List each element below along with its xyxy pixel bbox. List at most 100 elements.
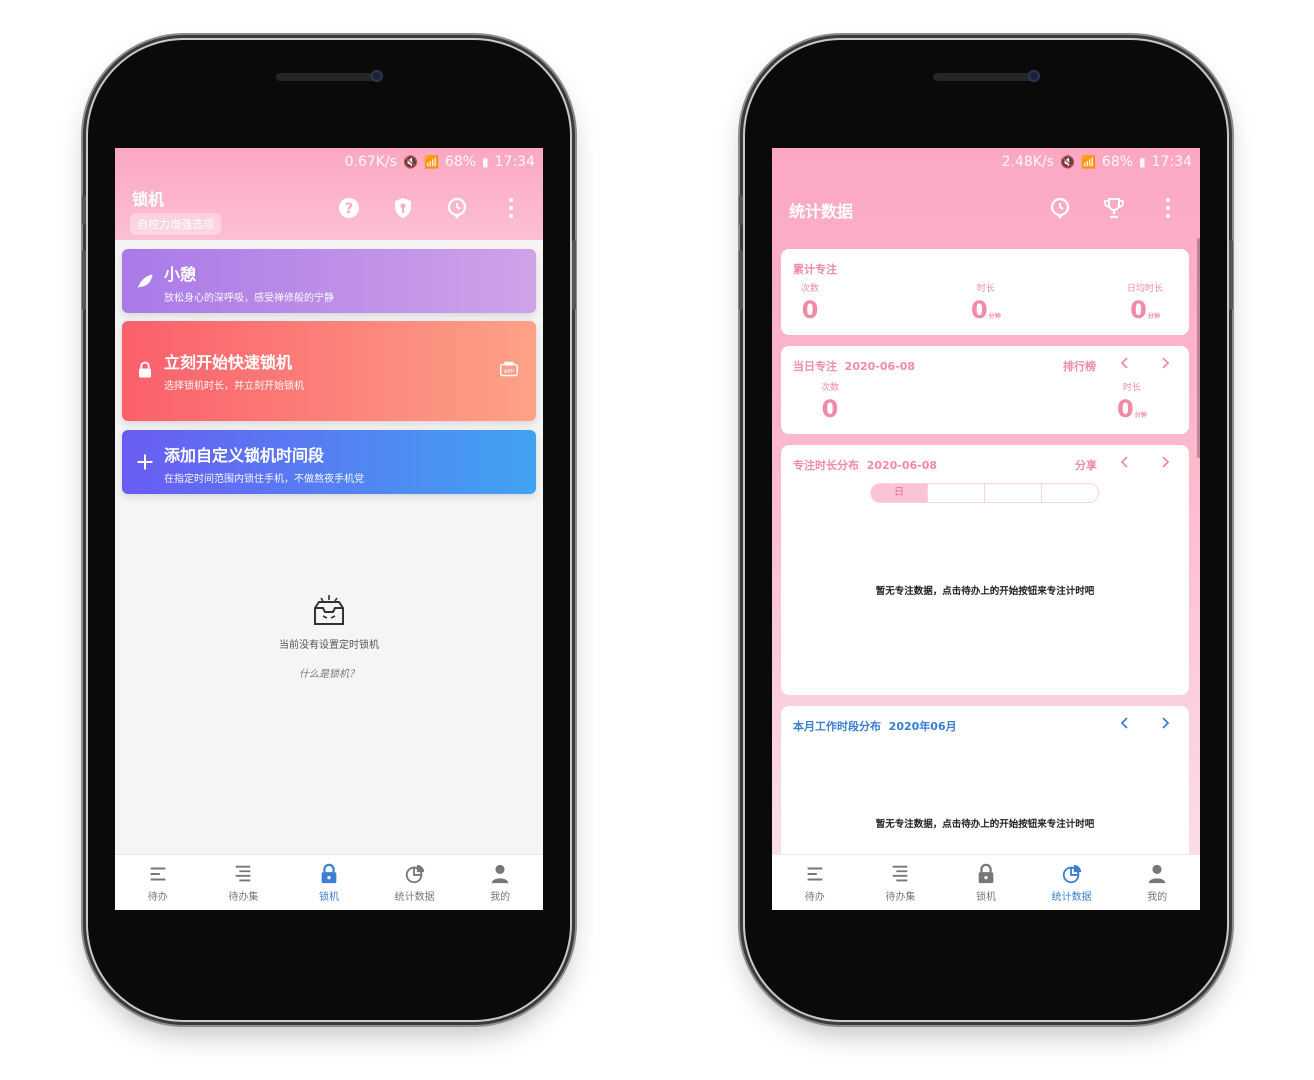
stat-label: 时长	[1122, 383, 1141, 393]
card-date: 2020-06-08	[844, 360, 916, 373]
period-segmented-control: 日 周 月 自定义	[870, 483, 1099, 503]
stat-value: 0分钟	[971, 296, 1001, 324]
clock-time: 17:34	[1151, 154, 1192, 170]
tab-week[interactable]: 周	[928, 484, 985, 502]
break-card[interactable]: 小憩 放松身心的深呼吸，感受禅修般的宁静	[122, 249, 536, 313]
nav-item-profile[interactable]: 我的	[457, 855, 543, 910]
battery-icon: ▮	[1139, 155, 1146, 169]
card-subtitle: 选择锁机时长，并立刻开始锁机	[164, 381, 304, 392]
status-bar: 2.48K/s 🔇 📶 68% ▮ 17:34	[772, 148, 1200, 176]
stat-number: 0	[1117, 395, 1134, 423]
stat-unit: 分钟	[1147, 313, 1160, 320]
chevron-right-icon[interactable]	[1157, 715, 1173, 731]
chevron-left-icon[interactable]	[1117, 454, 1133, 470]
card-date: 2020年06月	[888, 720, 957, 733]
status-bar: 0.67K/s 🔇 📶 68% ▮ 17:34	[115, 148, 543, 176]
nav-label: 待办集	[228, 891, 259, 903]
bottom-nav: 待办 待办集 锁机 统计数据 我的	[115, 854, 543, 910]
nav-item-profile[interactable]: 我的	[1114, 855, 1200, 910]
screen-lock: 0.67K/s 🔇 📶 68% ▮ 17:34 锁机 自控力增强选项 ? 小憩 …	[115, 148, 543, 910]
battery-icon: ▮	[482, 155, 489, 169]
card-title: 添加自定义锁机时间段	[164, 446, 325, 465]
stat-duration: 时长 0分钟	[1117, 380, 1147, 423]
scrollbar[interactable]	[1197, 238, 1200, 458]
card-title: 小憩	[164, 265, 197, 284]
todo-icon	[150, 866, 166, 881]
stat-label: 时长	[976, 284, 995, 294]
wifi-icon: 📶	[1080, 155, 1096, 169]
trophy-icon[interactable]	[1100, 194, 1128, 222]
focus-distribution-card: 专注时长分布 2020-06-08 分享 日 周 月 自定义 暂无专注数据，点击…	[781, 445, 1189, 695]
card-date: 2020-06-08	[866, 459, 938, 472]
nav-item-todo[interactable]: 待办	[115, 855, 201, 910]
self-control-chip[interactable]: 自控力增强选项	[130, 213, 221, 235]
side-button	[739, 250, 743, 310]
front-camera	[1028, 70, 1040, 82]
empty-message: 当前没有设置定时锁机	[279, 640, 379, 651]
more-icon[interactable]	[1154, 194, 1182, 222]
card-title-text: 当日专注	[793, 360, 837, 373]
shield-icon[interactable]	[389, 194, 417, 222]
stat-duration: 时长 0分钟	[971, 281, 1001, 324]
card-title: 当日专注 2020-06-08	[793, 358, 915, 374]
card-title: 本月工作时段分布 2020年06月	[793, 718, 957, 734]
leaf-icon	[134, 270, 156, 292]
bottom-nav: 待办 待办集 锁机 统计数据 我的	[772, 854, 1200, 910]
mute-icon: 🔇	[403, 155, 418, 169]
nav-label: 待办	[804, 891, 825, 903]
card-title-text: 本月工作时段分布	[793, 720, 881, 733]
leaderboard-link[interactable]: 排行榜	[1063, 358, 1096, 374]
page-title: 锁机	[132, 190, 165, 209]
header-actions: ?	[335, 194, 525, 222]
app-header: 统计数据	[772, 176, 1200, 246]
todo-icon	[807, 866, 823, 881]
nav-label: 统计数据	[394, 891, 435, 903]
help-icon[interactable]: ?	[335, 194, 363, 222]
stat-count: 次数 0	[801, 281, 819, 324]
card-title-text: 专注时长分布	[793, 459, 859, 472]
tab-custom[interactable]: 自定义	[1042, 484, 1098, 502]
clock-time: 17:34	[494, 154, 535, 170]
stat-value: 0分钟	[1117, 395, 1147, 423]
app-icon[interactable]: APP	[498, 359, 520, 381]
speaker	[276, 73, 382, 81]
pie-chart-icon	[1062, 864, 1081, 883]
nav-label: 我的	[1147, 891, 1168, 903]
more-icon[interactable]	[497, 194, 525, 222]
stat-unit: 分钟	[1134, 412, 1147, 419]
lock-icon	[321, 863, 337, 883]
card-title: 累计专注	[793, 263, 837, 276]
stat-number: 0	[971, 296, 988, 324]
nav-item-stats[interactable]: 统计数据	[1029, 855, 1115, 910]
chevron-left-icon[interactable]	[1117, 355, 1133, 371]
tab-month[interactable]: 月	[985, 484, 1042, 502]
nav-item-stats[interactable]: 统计数据	[372, 855, 458, 910]
custom-lock-card[interactable]: 添加自定义锁机时间段 在指定时间范围内锁住手机，不做熬夜手机党	[122, 430, 536, 494]
card-title: 专注时长分布 2020-06-08	[793, 457, 937, 473]
nav-item-todo[interactable]: 待办	[772, 855, 858, 910]
share-link[interactable]: 分享	[1075, 457, 1097, 473]
what-is-lock-link[interactable]: 什么是锁机？	[115, 665, 543, 680]
nav-item-todo-set[interactable]: 待办集	[858, 855, 944, 910]
chevron-left-icon[interactable]	[1117, 715, 1133, 731]
tab-day[interactable]: 日	[871, 484, 928, 502]
card-subtitle: 在指定时间范围内锁住手机，不做熬夜手机党	[164, 474, 364, 485]
nav-item-lock[interactable]: 锁机	[286, 855, 372, 910]
empty-message: 暂无专注数据，点击待办上的开始按钮来专注计时吧	[875, 819, 1095, 830]
nav-item-todo-set[interactable]: 待办集	[201, 855, 287, 910]
user-icon	[1148, 864, 1166, 883]
nav-label: 待办集	[885, 891, 916, 903]
chevron-right-icon[interactable]	[1157, 355, 1173, 371]
clock-icon[interactable]	[443, 194, 471, 222]
user-icon	[491, 864, 509, 883]
quick-lock-card[interactable]: 立刻开始快速锁机 选择锁机时长，并立刻开始锁机 APP	[122, 321, 536, 421]
front-camera	[371, 70, 383, 82]
stat-daily-average: 日均时长 0分钟	[1127, 281, 1163, 324]
nav-label: 锁机	[975, 891, 996, 903]
card-subtitle: 放松身心的深呼吸，感受禅修般的宁静	[164, 293, 334, 304]
nav-item-lock[interactable]: 锁机	[943, 855, 1029, 910]
clock-icon[interactable]	[1046, 194, 1074, 222]
phone-frame-right: 2.48K/s 🔇 📶 68% ▮ 17:34 统计数据 累计专注 次数 0 时…	[739, 40, 1233, 1020]
chevron-right-icon[interactable]	[1157, 454, 1173, 470]
empty-message: 暂无专注数据，点击待办上的开始按钮来专注计时吧	[875, 586, 1095, 597]
